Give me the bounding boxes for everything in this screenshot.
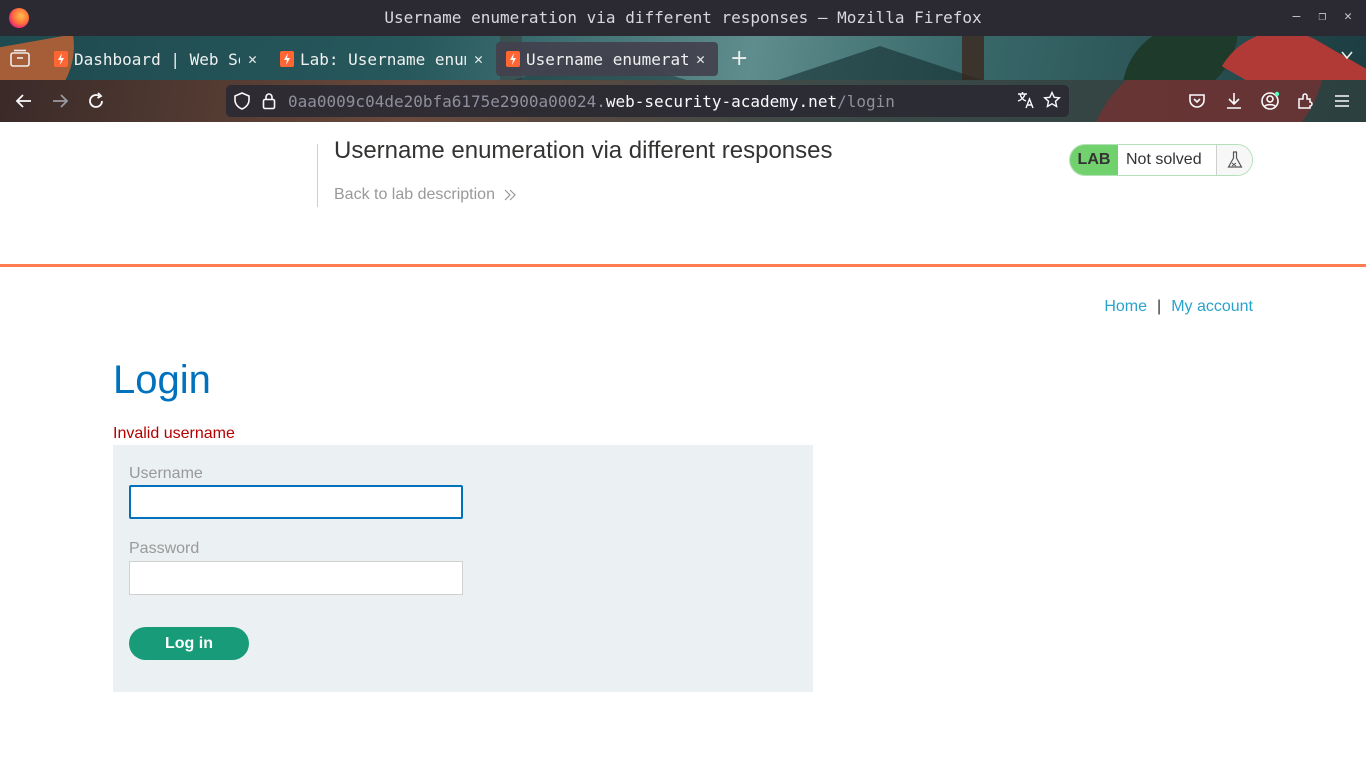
tab-label: Username enumeration via different respo… — [526, 49, 688, 69]
tab-login-page[interactable]: Username enumeration via different respo… — [496, 42, 718, 76]
tab-label: Dashboard | Web Security Academy — [74, 49, 240, 69]
lock-icon[interactable] — [262, 92, 276, 110]
nav-separator: | — [1157, 298, 1162, 315]
portswigger-favicon-icon — [54, 51, 68, 67]
username-input[interactable] — [129, 485, 463, 519]
log-in-button[interactable]: Log in — [129, 627, 249, 660]
extensions-icon[interactable] — [1296, 91, 1316, 111]
hamburger-menu-icon[interactable] — [1332, 91, 1352, 111]
close-tab-icon[interactable]: ✕ — [248, 50, 257, 68]
lab-status-text: Not solved — [1126, 151, 1202, 168]
double-chevron-right-icon — [504, 189, 516, 201]
error-message: Invalid username — [113, 425, 235, 442]
site-nav: Home | My account — [1104, 298, 1253, 316]
navigation-toolbar: 0aa0009c04de20bfa6175e2900a00024.web-sec… — [0, 80, 1366, 122]
forward-arrow-icon[interactable] — [50, 91, 70, 111]
close-window-icon[interactable]: ✕ — [1344, 9, 1352, 24]
url-bar[interactable]: 0aa0009c04de20bfa6175e2900a00024.web-sec… — [226, 85, 1069, 117]
tab-label: Lab: Username enumeration via different … — [300, 49, 466, 69]
header-divider — [0, 264, 1366, 267]
tab-dashboard[interactable]: Dashboard | Web Security Academy ✕ — [44, 42, 270, 76]
portswigger-favicon-icon — [506, 51, 520, 67]
portswigger-favicon-icon — [280, 51, 294, 67]
home-link[interactable]: Home — [1104, 298, 1147, 316]
close-tab-icon[interactable]: ✕ — [696, 50, 705, 68]
tab-manager-icon[interactable] — [10, 49, 30, 67]
account-icon[interactable] — [1260, 91, 1280, 111]
login-form: Username Password Log in — [113, 445, 813, 692]
lab-header: Username enumeration via different respo… — [0, 122, 1366, 265]
tracking-shield-icon[interactable] — [234, 92, 250, 110]
back-link-label[interactable]: Back to lab description — [334, 186, 495, 204]
window-title: Username enumeration via different respo… — [384, 8, 982, 27]
pocket-icon[interactable] — [1187, 91, 1207, 111]
password-label: Password — [129, 540, 200, 557]
window-controls: — ❐ ✕ — [1293, 9, 1352, 24]
url-text[interactable]: 0aa0009c04de20bfa6175e2900a00024.web-sec… — [288, 92, 895, 111]
tab-strip: Dashboard | Web Security Academy ✕ Lab: … — [0, 36, 1366, 80]
lab-status-widget: LAB Not solved — [1069, 144, 1253, 176]
lab-title: Username enumeration via different respo… — [334, 137, 833, 164]
new-tab-icon[interactable]: + — [730, 46, 748, 71]
username-label: Username — [129, 465, 203, 482]
password-input[interactable] — [129, 561, 463, 595]
flask-icon — [1216, 145, 1252, 175]
window-titlebar: Username enumeration via different respo… — [0, 0, 1366, 36]
page-title: Login — [113, 358, 211, 402]
download-icon[interactable] — [1224, 91, 1244, 111]
tab-lab-description[interactable]: Lab: Username enumeration via different … — [270, 42, 496, 76]
close-tab-icon[interactable]: ✕ — [474, 50, 483, 68]
minimize-icon[interactable]: — — [1293, 9, 1301, 24]
translate-icon[interactable] — [1017, 91, 1035, 109]
back-arrow-icon[interactable] — [14, 91, 34, 111]
my-account-link[interactable]: My account — [1171, 298, 1253, 316]
maximize-icon[interactable]: ❐ — [1318, 9, 1326, 24]
reload-icon[interactable] — [86, 91, 106, 111]
lab-badge: LAB — [1070, 145, 1118, 175]
chevron-down-icon[interactable] — [1340, 48, 1354, 62]
bookmark-star-icon[interactable] — [1043, 91, 1061, 109]
back-to-lab-description-link[interactable]: Back to lab description — [334, 186, 517, 204]
